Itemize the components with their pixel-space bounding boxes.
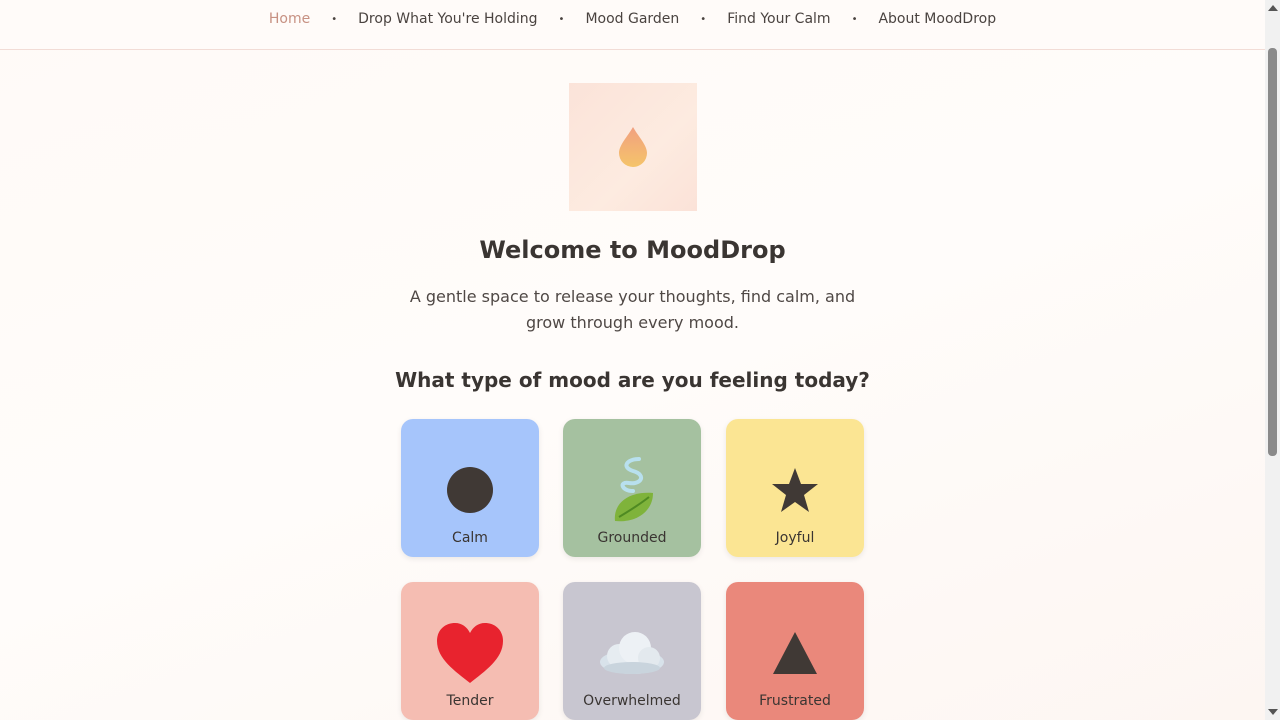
top-nav: Home • Drop What You're Holding • Mood G… (0, 0, 1265, 50)
mood-label: Tender (446, 693, 494, 709)
nav-find-calm-link[interactable]: Find Your Calm (727, 11, 830, 27)
nav-mood-garden-link[interactable]: Mood Garden (585, 11, 679, 27)
mood-card-tender[interactable]: Tender (401, 582, 539, 720)
nav-separator: • (331, 13, 338, 25)
cloud-icon (600, 632, 664, 674)
mood-label: Calm (452, 530, 488, 546)
mood-card-joyful[interactable]: Joyful (726, 419, 864, 557)
circle-icon (447, 467, 493, 513)
nav-separator: • (558, 13, 565, 25)
nav-separator: • (851, 13, 858, 25)
triangle-icon (773, 632, 817, 674)
mood-card-grounded[interactable]: Grounded (563, 419, 701, 557)
page-title: Welcome to MoodDrop (479, 236, 786, 264)
mood-question: What type of mood are you feeling today? (395, 368, 870, 392)
droplet-icon (619, 127, 647, 167)
page-subtitle: A gentle space to release your thoughts,… (409, 287, 856, 332)
vertical-scrollbar[interactable] (1265, 0, 1280, 720)
scroll-up-arrow-icon[interactable] (1268, 5, 1278, 11)
mood-card-overwhelmed[interactable]: Overwhelmed (563, 582, 701, 720)
hero-image (569, 83, 697, 211)
scrollbar-thumb[interactable] (1268, 48, 1277, 456)
mood-label: Overwhelmed (583, 693, 681, 709)
scroll-down-arrow-icon[interactable] (1268, 709, 1278, 715)
mood-label: Grounded (597, 530, 667, 546)
leaf-icon (614, 457, 653, 522)
nav-home-link[interactable]: Home (269, 11, 310, 27)
mood-label: Joyful (775, 530, 815, 546)
nav-about-link[interactable]: About MoodDrop (878, 11, 996, 27)
mood-card-frustrated[interactable]: Frustrated (726, 582, 864, 720)
mood-card-calm[interactable]: Calm (401, 419, 539, 557)
heart-icon (437, 623, 503, 683)
mood-label: Frustrated (759, 693, 831, 709)
star-icon (772, 468, 818, 512)
nav-drop-link[interactable]: Drop What You're Holding (358, 11, 537, 27)
nav-separator: • (700, 13, 707, 25)
